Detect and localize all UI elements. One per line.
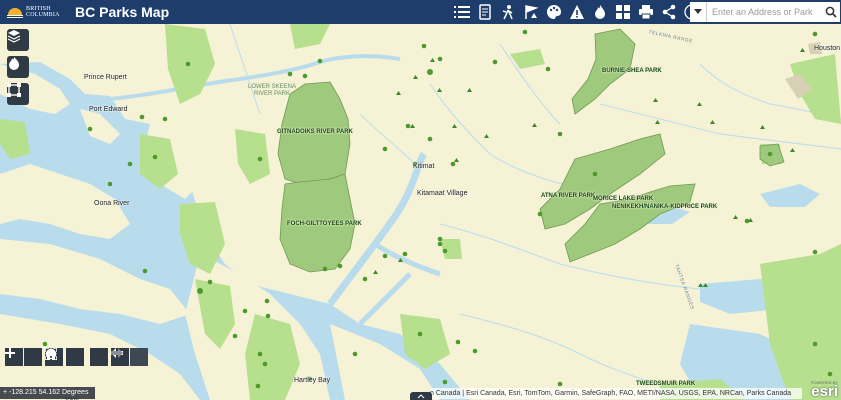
header-bar: BRITISH COLUMBIA BC Parks Map i (0, 0, 841, 24)
place-label-houston: Houston (814, 45, 841, 52)
minus-icon (5, 352, 15, 354)
park-label-gitnadoiks: GITNADOIKS RIVER PARK (277, 129, 353, 135)
park-label-tweedsmuir: TWEEDSMUIR PARK (636, 381, 696, 387)
fullscreen-button[interactable] (45, 348, 108, 366)
search-icon (825, 6, 837, 18)
place-label-kitamaat-village: Kitamaat Village (417, 190, 468, 197)
layers-button[interactable] (7, 29, 29, 51)
app-title: BC Parks Map (75, 4, 170, 20)
warning-icon[interactable] (567, 2, 587, 22)
search-input[interactable] (707, 2, 822, 22)
list-icon[interactable] (452, 2, 472, 22)
search-button[interactable] (822, 2, 840, 22)
place-label-hartley-bay: Hartley Bay (294, 377, 331, 384)
park-label-nenikekh: NENIKEKH/NANIKA-KIDPRICE PARK (612, 204, 718, 210)
palette-icon[interactable] (544, 2, 564, 22)
select-area-button[interactable] (7, 83, 29, 105)
hiking-icon[interactable] (498, 2, 518, 22)
locate-button[interactable] (45, 348, 84, 366)
search-source-dropdown[interactable] (690, 2, 707, 22)
zoom-out-button[interactable] (5, 348, 42, 366)
printer-icon[interactable] (636, 2, 656, 22)
coordinate-readout: + -128.215 54.162 Degrees (0, 387, 95, 399)
park-label-morice-lake: MORICE LAKE PARK (593, 196, 654, 202)
flag-icon[interactable] (521, 2, 541, 22)
crosshair-icon: + (3, 389, 8, 396)
fire-icon[interactable] (590, 2, 610, 22)
layers-icon (7, 30, 21, 43)
park-label-atna-river: ATNA RIVER PARK (541, 193, 596, 199)
search-bar (690, 1, 840, 23)
place-label-oona-river: Oona River (94, 200, 130, 207)
bc-sun-icon (6, 5, 24, 19)
place-label-kitimat: Kitimat (413, 163, 435, 170)
attribution-bar: n Canada | Esri Canada, Esri, TomTom, Ga… (430, 388, 802, 399)
zoom-controls (5, 348, 42, 366)
nav-controls (45, 348, 108, 366)
map-view[interactable]: Prince Rupert Port Edward Oona River Kit… (0, 24, 841, 400)
toolbar: i (452, 2, 702, 22)
coordinate-value: -128.215 54.162 Degrees (9, 389, 89, 396)
share-icon[interactable] (659, 2, 679, 22)
park-label-foch-gilttoyees: FOCH-GILTTOYEES PARK (287, 221, 362, 227)
place-label-prince-rupert: Prince Rupert (84, 74, 127, 81)
esri-wordmark: esri (811, 383, 838, 400)
chevron-down-icon (694, 9, 702, 14)
esri-logo: POWERED BY esri (802, 380, 838, 400)
place-label-port-edward: Port Edward (89, 106, 128, 113)
attribution-toggle[interactable] (410, 392, 432, 400)
bc-logo-text: BRITISH COLUMBIA (26, 6, 60, 18)
flame-icon (9, 57, 19, 70)
select-box-icon (7, 83, 21, 97)
chevron-up-icon (417, 394, 425, 399)
fullscreen-icon (45, 348, 57, 360)
park-label-lower-skeena: LOWER SKEENA RIVER PARK (247, 84, 296, 97)
arrow-right-icon (111, 348, 123, 358)
document-icon[interactable] (475, 2, 495, 22)
wildfire-button[interactable] (7, 56, 29, 78)
logo-line2: COLUMBIA (26, 12, 60, 18)
next-extent-button[interactable] (111, 348, 148, 366)
grid-icon[interactable] (613, 2, 633, 22)
park-label-burnie-shea: BURNIE-SHEA PARK (602, 68, 662, 74)
history-controls (111, 348, 148, 366)
bc-logo[interactable]: BRITISH COLUMBIA (6, 2, 66, 22)
